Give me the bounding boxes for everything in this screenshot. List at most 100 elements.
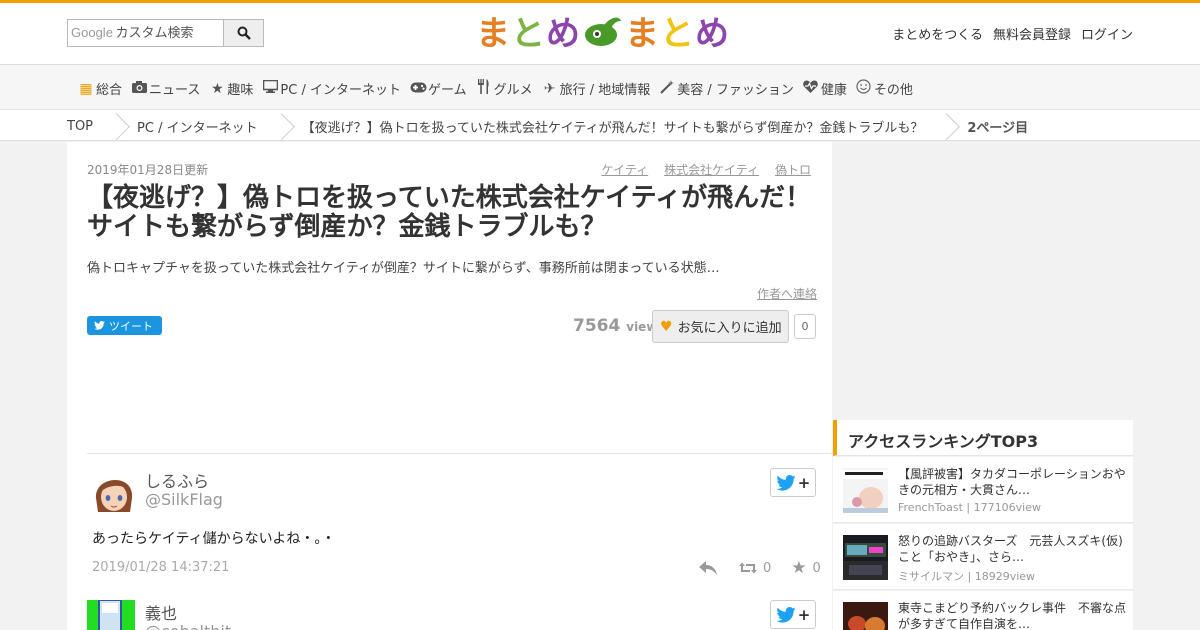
- plane-icon: ✈: [543, 80, 556, 97]
- search-button[interactable]: [223, 20, 263, 46]
- ranking-thumbnail: [843, 602, 888, 630]
- embedded-tweet: しるふら @SilkFlag + あったらケイティ儲からないよね・。・ 2019…: [87, 468, 821, 588]
- breadcrumb-separator: [107, 111, 121, 142]
- article-title: 【夜逃げ？】偽トロを扱っていた株式会社ケイティが飛んだ！サイトも繋がらず倒産か？…: [87, 183, 812, 242]
- category-beauty[interactable]: 美容 / ファッション: [659, 79, 794, 98]
- ranking-heading: アクセスランキングTOP3: [833, 420, 1133, 456]
- tweet-share-label: ツイート: [109, 319, 153, 333]
- category-health[interactable]: 健康: [803, 79, 847, 98]
- cutlery-icon: [476, 79, 492, 98]
- star-icon: ★: [211, 80, 224, 97]
- header-links: まとめをつくる 無料会員登録 ログイン: [892, 24, 1133, 43]
- category-label: 旅行 / 地域情報: [559, 83, 651, 98]
- logo-char: ま: [476, 14, 511, 54]
- tweet-author-handle[interactable]: @SilkFlag: [145, 490, 223, 509]
- tag-list: ケイティ 株式会社ケイティ 偽トロ: [601, 161, 811, 178]
- ranking-item-meta: ミサイルマン | 18929view: [898, 570, 1036, 583]
- tweet-share-button[interactable]: ツイート: [87, 316, 162, 335]
- register-link[interactable]: 無料会員登録: [993, 24, 1071, 43]
- ranking-item-title: 怒りの追跡バスターズ 元芸人スズキ(仮)こと「おやき」、さら…: [898, 534, 1123, 564]
- ranking-item-views: 18929view: [974, 570, 1036, 583]
- tag-link[interactable]: 偽トロ: [775, 161, 811, 178]
- add-favorite-button[interactable]: ♥ お気に入りに追加: [652, 310, 789, 343]
- ranking-item-author: FrenchToast: [898, 501, 963, 514]
- search-box: Google: [67, 19, 264, 47]
- ranking-thumbnail: [843, 468, 888, 513]
- breadcrumb-separator: [937, 111, 951, 142]
- breadcrumb-current-page: 2ページ目: [967, 121, 1029, 136]
- section-divider: [87, 453, 832, 454]
- category-travel[interactable]: ✈ 旅行 / 地域情報: [542, 79, 651, 99]
- ranking-thumbnail: [843, 535, 888, 580]
- category-game[interactable]: ゲーム: [410, 79, 467, 98]
- favorite-star-icon[interactable]: ★: [791, 558, 806, 578]
- tag-link[interactable]: 株式会社ケイティ: [664, 161, 759, 178]
- logo-char: め: [546, 14, 581, 54]
- view-count: 7564 view: [573, 316, 657, 336]
- category-label: 美容 / ファッション: [677, 83, 794, 98]
- ranking-item[interactable]: 怒りの追跡バスターズ 元芸人スズキ(仮)こと「おやき」、さら… ミサイルマン |…: [833, 524, 1133, 590]
- contact-author-link[interactable]: 作者へ連絡: [757, 285, 817, 302]
- breadcrumb-article[interactable]: 【夜逃げ？】偽トロを扱っていた株式会社ケイティが飛んだ！サイトも繋がらず倒産か？…: [302, 117, 938, 136]
- category-label: 健康: [820, 83, 847, 98]
- create-matome-link[interactable]: まとめをつくる: [892, 24, 983, 43]
- tweet-timestamp[interactable]: 2019/01/28 14:37:21: [92, 560, 229, 575]
- article-main: 2019年01月28日更新 ケイティ 株式会社ケイティ 偽トロ 【夜逃げ？】偽ト…: [67, 142, 832, 630]
- category-pc-internet[interactable]: PC / インターネット: [262, 79, 401, 98]
- heartbeat-icon: [803, 80, 819, 97]
- tweet-author-name[interactable]: 義也: [145, 600, 177, 624]
- ranking-item-title: 東寺こまどり予約バックレ事件 不審な点が多すぎて自作自演を…: [898, 601, 1127, 630]
- category-sougou[interactable]: ▦ 総合: [78, 79, 123, 99]
- category-label: 総合: [96, 83, 123, 98]
- category-hobby[interactable]: ★ 趣味: [209, 79, 254, 99]
- follow-button[interactable]: +: [770, 600, 816, 629]
- avatar: [90, 468, 138, 516]
- category-label: ニュース: [149, 83, 201, 98]
- search-icon: [237, 26, 251, 40]
- ranking-item-author: ミサイルマン: [898, 570, 964, 583]
- tweet-favorite-count: 0: [812, 560, 821, 576]
- ranking-item-meta: FrenchToast | 177106view: [898, 501, 1041, 514]
- add-favorite-label: お気に入りに追加: [677, 321, 782, 336]
- category-label: その他: [873, 83, 913, 98]
- ranking-item-title: 【風評被害】タカダコーポレーションおやきの元相方・大貫さん…: [898, 467, 1126, 497]
- tag-link[interactable]: ケイティ: [601, 161, 648, 178]
- tweet-text: あったらケイティ儲からないよね・。・: [92, 531, 336, 547]
- search-brand: Google: [71, 25, 113, 40]
- retweet-icon[interactable]: [739, 561, 757, 575]
- logo-char: と: [511, 14, 546, 54]
- breadcrumb-category[interactable]: PC / インターネット: [137, 117, 272, 136]
- gamepad-icon: [410, 81, 427, 97]
- ranking-item[interactable]: 東寺こまどり予約バックレ事件 不審な点が多すぎて自作自演を…: [833, 591, 1133, 630]
- ranking-item[interactable]: 【風評被害】タカダコーポレーションおやきの元相方・大貫さん… FrenchToa…: [833, 457, 1133, 523]
- avatar: [87, 600, 135, 630]
- tweet-actions: 0 ★ 0: [699, 558, 821, 578]
- grid-icon: ▦: [79, 80, 93, 97]
- reply-icon[interactable]: [699, 561, 717, 575]
- plus-icon: +: [797, 605, 811, 624]
- category-other[interactable]: その他: [856, 79, 913, 98]
- category-label: グルメ: [493, 83, 533, 98]
- wand-icon: [659, 79, 675, 98]
- tweet-author-handle[interactable]: @cobaltbit: [145, 622, 231, 630]
- logo-char: め: [695, 14, 730, 54]
- category-label: PC / インターネット: [280, 83, 401, 98]
- logo-char: ま: [625, 14, 660, 54]
- login-link[interactable]: ログイン: [1081, 24, 1133, 43]
- twitter-bird-icon: [776, 606, 796, 623]
- article-description: 偽トロキャプチャを扱っていた株式会社ケイティが倒産？サイトに繋がらず、事務所前は…: [87, 261, 720, 276]
- tweet-author-name[interactable]: しるふら: [145, 468, 209, 492]
- category-news[interactable]: ニュース: [131, 79, 200, 98]
- search-input[interactable]: [115, 20, 224, 46]
- follow-button[interactable]: +: [770, 468, 816, 497]
- breadcrumb-top[interactable]: TOP: [67, 119, 107, 134]
- category-gourmet[interactable]: グルメ: [476, 79, 533, 98]
- site-logo[interactable]: まとめ まとめ: [476, 12, 729, 56]
- monitor-icon: [262, 79, 279, 97]
- twitter-bird-icon: [776, 474, 796, 491]
- updated-date: 2019年01月28日更新: [87, 163, 209, 177]
- site-header: Google まとめまとめ まとめをつくる 無料会員登録 ログイン: [0, 3, 1200, 64]
- category-label: 趣味: [227, 83, 254, 98]
- favorite-count: 0: [794, 314, 816, 339]
- breadcrumb-separator: [272, 111, 286, 142]
